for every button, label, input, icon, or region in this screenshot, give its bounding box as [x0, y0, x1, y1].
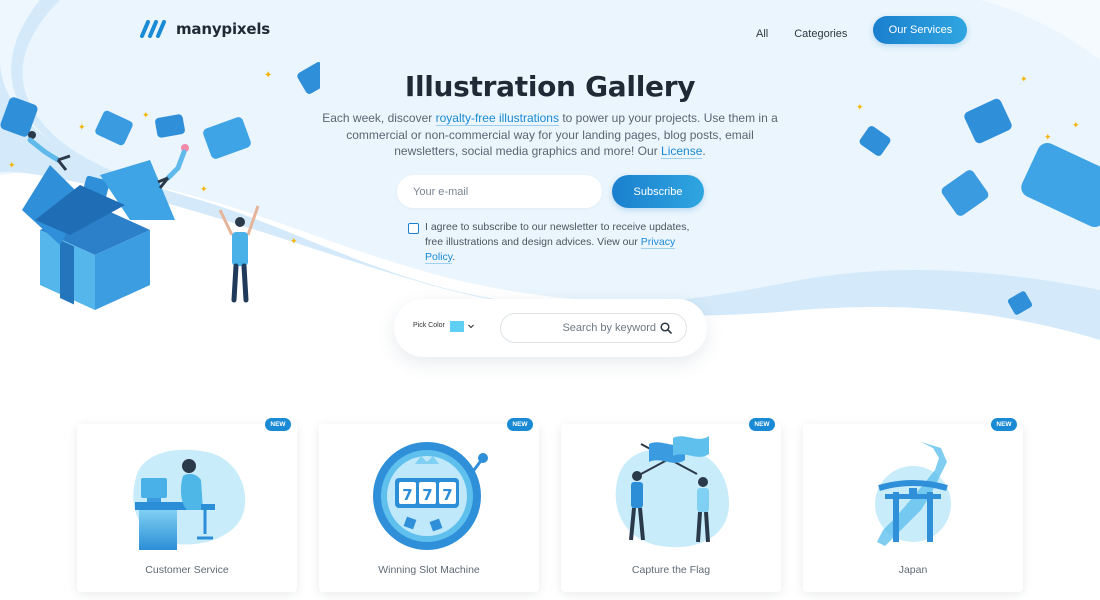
card-title: Japan [898, 564, 928, 576]
hero-desc-text-1: Each week, discover [322, 111, 436, 125]
card-title: Winning Slot Machine [378, 564, 480, 576]
new-badge: NEW [749, 418, 775, 431]
card-title: Capture the Flag [631, 564, 711, 576]
logo-text: manypixels [176, 20, 271, 38]
customer-service-illustration [133, 449, 246, 550]
svg-text:✦: ✦ [1044, 133, 1052, 143]
consent-text: I agree to subscribe to our newsletter t… [425, 220, 708, 265]
newsletter-consent: I agree to subscribe to our newsletter t… [408, 220, 708, 265]
japan-illustration [875, 442, 951, 546]
consent-text-end: . [452, 251, 456, 263]
illustration-card-japan[interactable]: NEW Japan [803, 418, 1023, 592]
chevron-down-icon[interactable] [467, 321, 475, 331]
svg-text:✦: ✦ [78, 123, 86, 133]
site-header: manypixels All Categories Our Services [0, 0, 1100, 60]
svg-text:7: 7 [422, 486, 432, 504]
consent-checkbox[interactable] [408, 223, 419, 234]
color-swatch[interactable] [450, 321, 464, 332]
hero-description: Each week, discover royalty-free illustr… [320, 110, 780, 160]
svg-text:✦: ✦ [856, 103, 864, 113]
illustration-card-capture-the-flag[interactable]: NEW Capture the Flag [561, 418, 781, 592]
slot-machine-illustration: 7 7 7 [373, 442, 488, 550]
pick-color-label[interactable]: Pick Color [413, 322, 445, 329]
new-badge: NEW [507, 418, 533, 431]
email-field[interactable] [397, 175, 602, 208]
card-title: Customer Service [145, 564, 229, 576]
new-badge: NEW [265, 418, 291, 431]
hero-desc-text-3: . [702, 144, 706, 158]
page-title: Illustration Gallery [404, 70, 696, 103]
svg-text:✦: ✦ [8, 161, 16, 171]
main-nav: All Categories Our Services [756, 16, 968, 44]
illustration-card-winning-slot-machine[interactable]: NEW 7 7 7 Winning Slot Machine [319, 418, 539, 592]
svg-text:7: 7 [402, 486, 412, 504]
svg-text:✦: ✦ [142, 111, 150, 121]
subscribe-button[interactable]: Subscribe [612, 175, 704, 208]
our-services-button[interactable]: Our Services [873, 16, 968, 44]
svg-text:✦: ✦ [200, 185, 208, 195]
nav-link-all[interactable]: All [756, 28, 768, 40]
svg-text:7: 7 [442, 486, 452, 504]
search-icon[interactable] [660, 322, 672, 334]
svg-text:✦: ✦ [1072, 121, 1080, 131]
logo-mark-icon [140, 20, 166, 38]
royalty-free-link[interactable]: royalty-free illustrations [435, 111, 559, 126]
logo[interactable]: manypixels [140, 20, 270, 38]
svg-text:✦: ✦ [290, 237, 298, 247]
nav-link-categories[interactable]: Categories [794, 28, 847, 40]
new-badge: NEW [991, 418, 1017, 431]
search-panel: Pick Color [394, 299, 707, 357]
illustration-card-customer-service[interactable]: NEW Customer Service [77, 418, 297, 592]
license-link[interactable]: License [661, 144, 703, 159]
search-input[interactable] [511, 319, 656, 337]
search-box [500, 313, 687, 343]
capture-flag-illustration [615, 436, 729, 548]
